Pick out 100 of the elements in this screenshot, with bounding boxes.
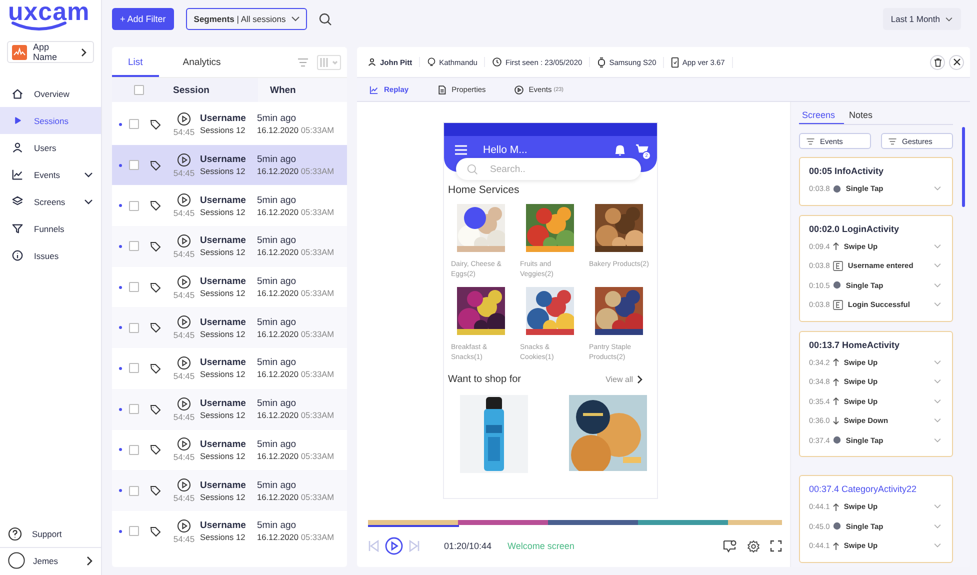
- chevron-down-icon[interactable]: [933, 282, 942, 288]
- tag-icon[interactable]: [150, 404, 161, 415]
- play-icon[interactable]: [177, 274, 191, 289]
- row-checkbox[interactable]: [129, 444, 139, 455]
- play-icon[interactable]: [177, 315, 191, 330]
- settings-icon[interactable]: [747, 540, 760, 552]
- segments-dropdown[interactable]: Segments | All sessions: [186, 8, 307, 30]
- bell-icon[interactable]: [613, 143, 627, 157]
- chevron-down-icon[interactable]: [933, 524, 942, 529]
- scrollbar-thumb[interactable]: [962, 127, 965, 207]
- row-checkbox[interactable]: [129, 119, 139, 130]
- row-checkbox[interactable]: [129, 200, 139, 211]
- chevron-down-icon[interactable]: [933, 186, 942, 192]
- help-icon: [8, 527, 22, 541]
- search-field[interactable]: Search..: [456, 158, 641, 180]
- sidebar-item[interactable]: Funnels: [0, 215, 101, 242]
- sidebar-item[interactable]: Overview: [0, 80, 101, 107]
- row-checkbox[interactable]: [129, 282, 139, 292]
- play-icon[interactable]: [177, 152, 191, 167]
- column-header[interactable]: When: [258, 78, 347, 102]
- view-all-link[interactable]: View all: [606, 375, 633, 384]
- add-filter-button[interactable]: + Add Filter: [112, 8, 174, 30]
- screen-title[interactable]: 00:13.7 HomeActivity: [809, 340, 942, 350]
- session-row[interactable]: 54:45 Username Sessions 12 5min ago 16.12.2020 05:33AM: [112, 307, 347, 348]
- delete-button[interactable]: [930, 54, 945, 70]
- play-icon[interactable]: [177, 356, 191, 370]
- date-text: 16.12.2020: [257, 328, 299, 339]
- chevron-down-icon[interactable]: [933, 398, 942, 404]
- play-icon[interactable]: [177, 437, 191, 452]
- tag-icon[interactable]: [150, 485, 161, 496]
- sidebar-item[interactable]: Issues: [0, 242, 101, 269]
- select-all-checkbox[interactable]: [134, 85, 144, 95]
- session-row[interactable]: 54:45 Username Sessions 12 5min ago 16.12.2020 05:33AM: [112, 388, 347, 430]
- row-checkbox[interactable]: [129, 526, 139, 536]
- tag-icon[interactable]: [150, 240, 161, 252]
- screen-title[interactable]: 00:05 InfoActivity: [809, 166, 942, 176]
- chevron-down-icon[interactable]: [933, 418, 942, 424]
- session-row[interactable]: 54:45 Username Sessions 12 5min ago 16.12.2020 05:33AM: [112, 348, 347, 389]
- tag-icon[interactable]: [150, 444, 161, 456]
- tab[interactable]: Screens: [799, 108, 844, 124]
- tag-icon[interactable]: [150, 200, 161, 212]
- skip-forward-icon[interactable]: [409, 540, 420, 552]
- tag-icon[interactable]: [150, 118, 161, 130]
- period-dropdown[interactable]: Last 1 Month: [882, 8, 961, 30]
- session-row[interactable]: 54:45 Username Sessions 12 5min ago 16.12.2020 05:33AM: [112, 430, 347, 470]
- app-switcher[interactable]: App Name: [7, 41, 94, 63]
- play-icon[interactable]: [385, 537, 403, 555]
- session-row[interactable]: 54:45 Username Sessions 12 5min ago 16.12.2020 05:33AM: [112, 266, 347, 308]
- comment-icon[interactable]: [723, 540, 737, 552]
- row-checkbox[interactable]: [129, 241, 139, 252]
- session-row[interactable]: 54:45 Username Sessions 12 5min ago 16.12.2020 05:33AM: [112, 510, 347, 552]
- chevron-down-icon[interactable]: [933, 302, 942, 308]
- screen-title[interactable]: 00:02.0 LoginActivity: [809, 224, 942, 234]
- session-row[interactable]: 54:45 Username Sessions 12 5min ago 16.12.2020 05:33AM: [112, 104, 347, 145]
- chevron-down-icon[interactable]: [933, 379, 942, 384]
- chevron-down-icon[interactable]: [933, 543, 942, 548]
- chevron-down-icon[interactable]: [933, 263, 942, 268]
- support-link[interactable]: Support: [0, 521, 101, 547]
- play-icon[interactable]: [177, 112, 191, 126]
- menu-icon[interactable]: [455, 145, 467, 155]
- session-row[interactable]: 54:45 Username Sessions 12 5min ago 16.12.2020 05:33AM: [112, 470, 347, 511]
- time-text: 05:33AM: [300, 125, 334, 136]
- column-header[interactable]: Session: [162, 84, 258, 96]
- tab[interactable]: Notes: [846, 108, 882, 124]
- row-checkbox[interactable]: [129, 322, 139, 333]
- tag-icon[interactable]: [150, 282, 161, 293]
- search-button[interactable]: [318, 12, 332, 26]
- session-row[interactable]: 54:45 Username Sessions 12 5min ago 16.12.2020 05:33AM: [112, 226, 347, 267]
- play-icon[interactable]: [177, 518, 191, 533]
- columns-button[interactable]: [317, 54, 341, 70]
- row-checkbox[interactable]: [129, 486, 139, 496]
- tag-icon[interactable]: [150, 526, 161, 537]
- chevron-down-icon[interactable]: [933, 360, 942, 365]
- row-checkbox[interactable]: [129, 363, 139, 374]
- sidebar-item[interactable]: Sessions: [0, 107, 101, 134]
- play-icon[interactable]: [177, 193, 191, 208]
- play-icon[interactable]: [177, 478, 191, 492]
- chevron-down-icon[interactable]: [933, 504, 942, 510]
- play-icon[interactable]: [177, 234, 191, 248]
- sidebar-item[interactable]: Events: [0, 161, 101, 188]
- user-menu[interactable]: Jemes: [0, 547, 101, 573]
- session-row[interactable]: 54:45 Username Sessions 12 5min ago 16.12.2020 05:33AM: [112, 185, 347, 226]
- tag-icon[interactable]: [150, 160, 161, 171]
- tab[interactable]: Analytics: [166, 47, 237, 77]
- chevron-down-icon[interactable]: [933, 438, 942, 443]
- row-checkbox[interactable]: [129, 160, 139, 170]
- tag-icon[interactable]: [150, 362, 161, 374]
- chevron-down-icon[interactable]: [933, 244, 942, 249]
- screen-title[interactable]: 00:37.4 CategoryActivity22: [809, 484, 942, 494]
- sidebar-item[interactable]: Screens: [0, 188, 101, 215]
- sidebar-item[interactable]: Users: [0, 134, 101, 161]
- close-button[interactable]: [949, 54, 964, 70]
- tag-icon[interactable]: [150, 322, 161, 334]
- play-icon[interactable]: [177, 396, 191, 411]
- skip-back-icon[interactable]: [368, 540, 379, 552]
- session-row[interactable]: 54:45 Username Sessions 12 5min ago 16.12.2020 05:33AM: [112, 144, 347, 186]
- fullscreen-icon[interactable]: [770, 540, 782, 552]
- filter-icon[interactable]: [297, 58, 309, 66]
- duration-text: 54:45: [173, 168, 195, 178]
- row-checkbox[interactable]: [129, 404, 139, 414]
